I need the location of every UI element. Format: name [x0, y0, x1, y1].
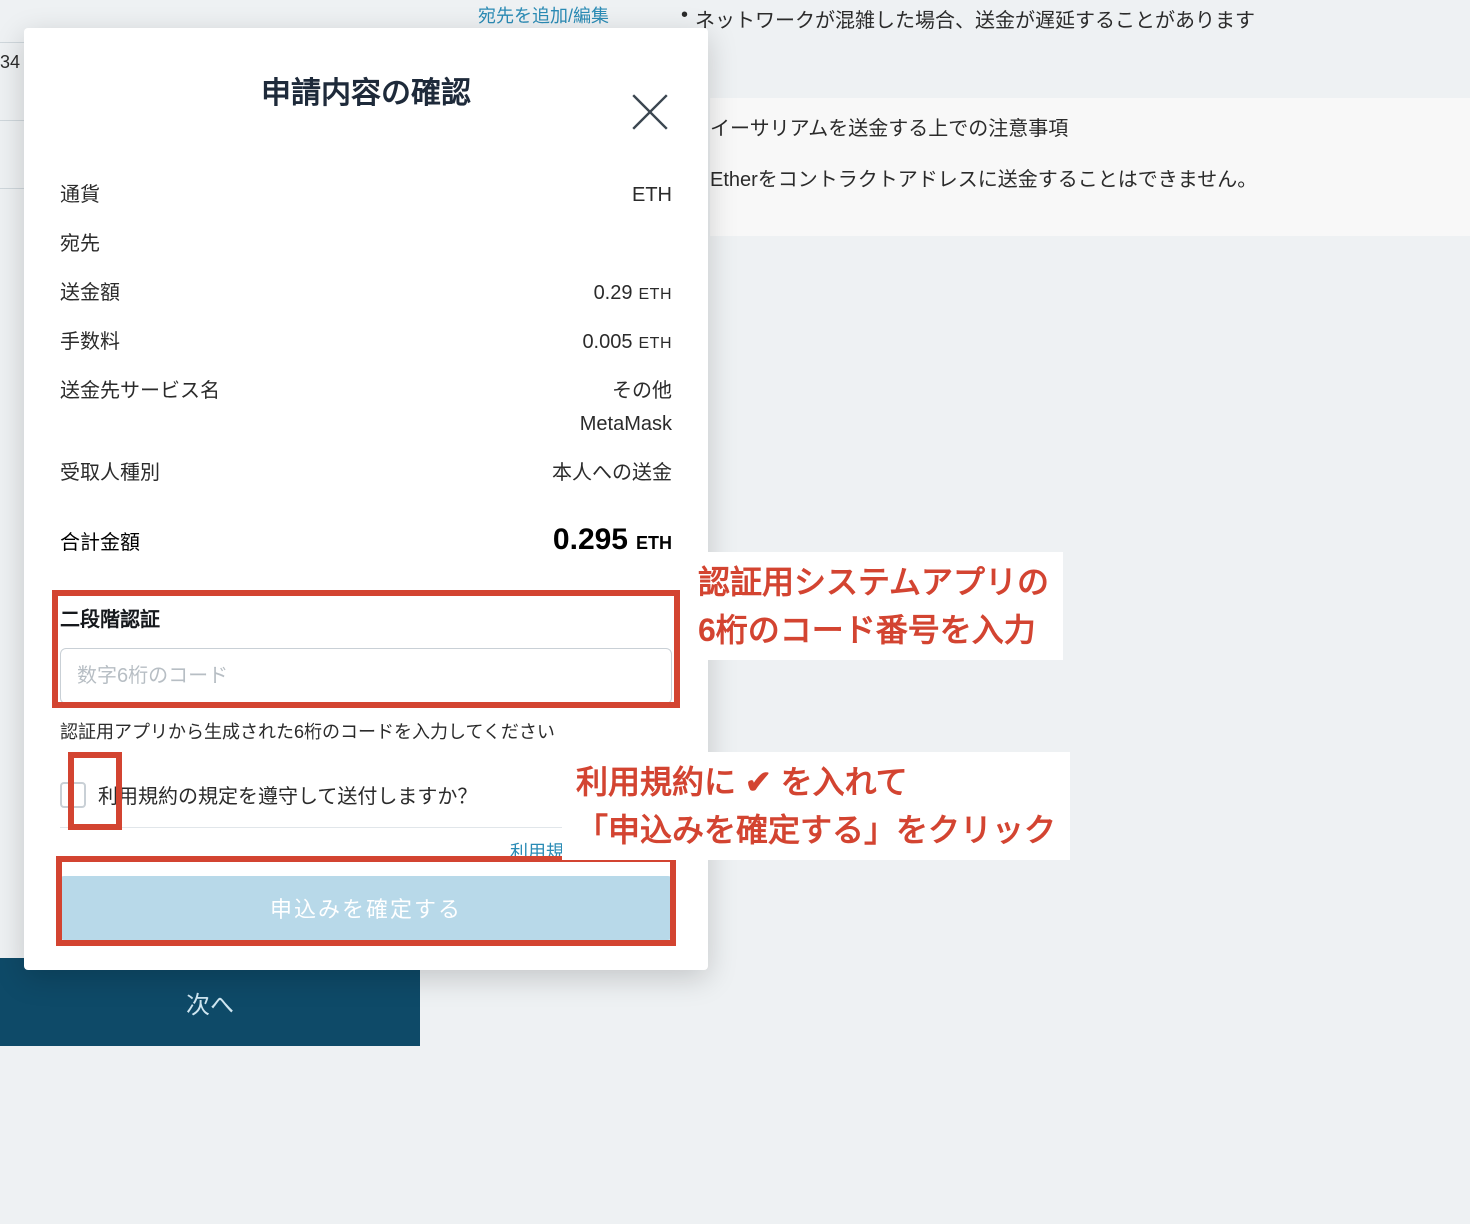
row-total: 合計金額 0.295 ETH	[60, 523, 672, 557]
summary-rows: 通貨 ETH 宛先 送金額 0.29 ETH 手数料 0.005 ETH 送金先サー…	[60, 168, 672, 495]
confirm-button[interactable]: 申込みを確定する	[60, 876, 672, 940]
fee-value: 0.005 ETH	[582, 331, 672, 354]
total-value: 0.295 ETH	[553, 523, 672, 557]
fee-number: 0.005	[582, 331, 632, 353]
close-icon	[626, 88, 674, 136]
tos-checkbox[interactable]	[60, 782, 86, 808]
row-fee: 手数料 0.005 ETH	[60, 315, 672, 364]
eth-notice-body: Etherをコントラクトアドレスに送金することはできません。	[710, 163, 1470, 192]
tfa-section: 二段階認証 認証用アプリから生成された6桁のコードを入力してください	[60, 603, 672, 744]
tfa-heading: 二段階認証	[60, 603, 672, 632]
annotation-tfa-line2: 6桁のコード番号を入力	[698, 612, 1036, 648]
row-address: 宛先	[60, 217, 672, 266]
amount-value: 0.29 ETH	[594, 282, 672, 305]
amount-unit: ETH	[639, 286, 673, 303]
total-number: 0.295	[553, 523, 628, 556]
recipient-label: 受取人種別	[60, 456, 160, 485]
service-value: その他	[612, 374, 672, 403]
annotation-tfa: 認証用システムアプリの 6桁のコード番号を入力	[684, 552, 1063, 660]
tos-label: 利用規約の規定を遵守して送付しますか？	[98, 780, 477, 809]
fee-label: 手数料	[60, 325, 120, 354]
row-amount: 送金額 0.29 ETH	[60, 266, 672, 315]
total-label: 合計金額	[60, 526, 140, 555]
row-service-extra: MetaMask	[60, 413, 672, 446]
total-unit: ETH	[636, 533, 672, 553]
fee-unit: ETH	[639, 335, 673, 352]
network-warning-text: ネットワークが混雑した場合、送金が遅延することがあります	[695, 4, 1255, 33]
row-fragment: 34	[0, 52, 20, 73]
annotation-tos-line1: 利用規約に ✔ を入れて	[576, 764, 908, 800]
eth-notice-heading: イーサリアムを送金する上での注意事項	[710, 112, 1470, 141]
eth-notice-panel: イーサリアムを送金する上での注意事項 Etherをコントラクトアドレスに送金する…	[710, 98, 1470, 236]
close-button[interactable]	[626, 88, 674, 136]
currency-value: ETH	[632, 184, 672, 207]
currency-label: 通貨	[60, 178, 100, 207]
tfa-code-input[interactable]	[60, 648, 672, 704]
amount-label: 送金額	[60, 276, 120, 305]
edit-address-link[interactable]: 宛先を追加/編集	[478, 2, 609, 28]
service-extra-value: MetaMask	[580, 413, 672, 436]
amount-number: 0.29	[594, 282, 633, 304]
tfa-help-text: 認証用アプリから生成された6桁のコードを入力してください	[60, 718, 672, 744]
annotation-tos: 利用規約に ✔ を入れて 「申込みを確定する」をクリック	[562, 752, 1070, 860]
annotation-tos-line2: 「申込みを確定する」をクリック	[576, 812, 1056, 848]
address-label: 宛先	[60, 227, 100, 256]
annotation-tfa-line1: 認証用システムアプリの	[698, 564, 1049, 600]
next-button[interactable]: 次へ	[0, 958, 420, 1046]
recipient-value: 本人への送金	[552, 456, 672, 485]
modal-title: 申請内容の確認	[60, 68, 672, 112]
row-service: 送金先サービス名 その他	[60, 364, 672, 413]
service-label: 送金先サービス名	[60, 374, 220, 403]
row-currency: 通貨 ETH	[60, 168, 672, 217]
row-recipient: 受取人種別 本人への送金	[60, 446, 672, 495]
